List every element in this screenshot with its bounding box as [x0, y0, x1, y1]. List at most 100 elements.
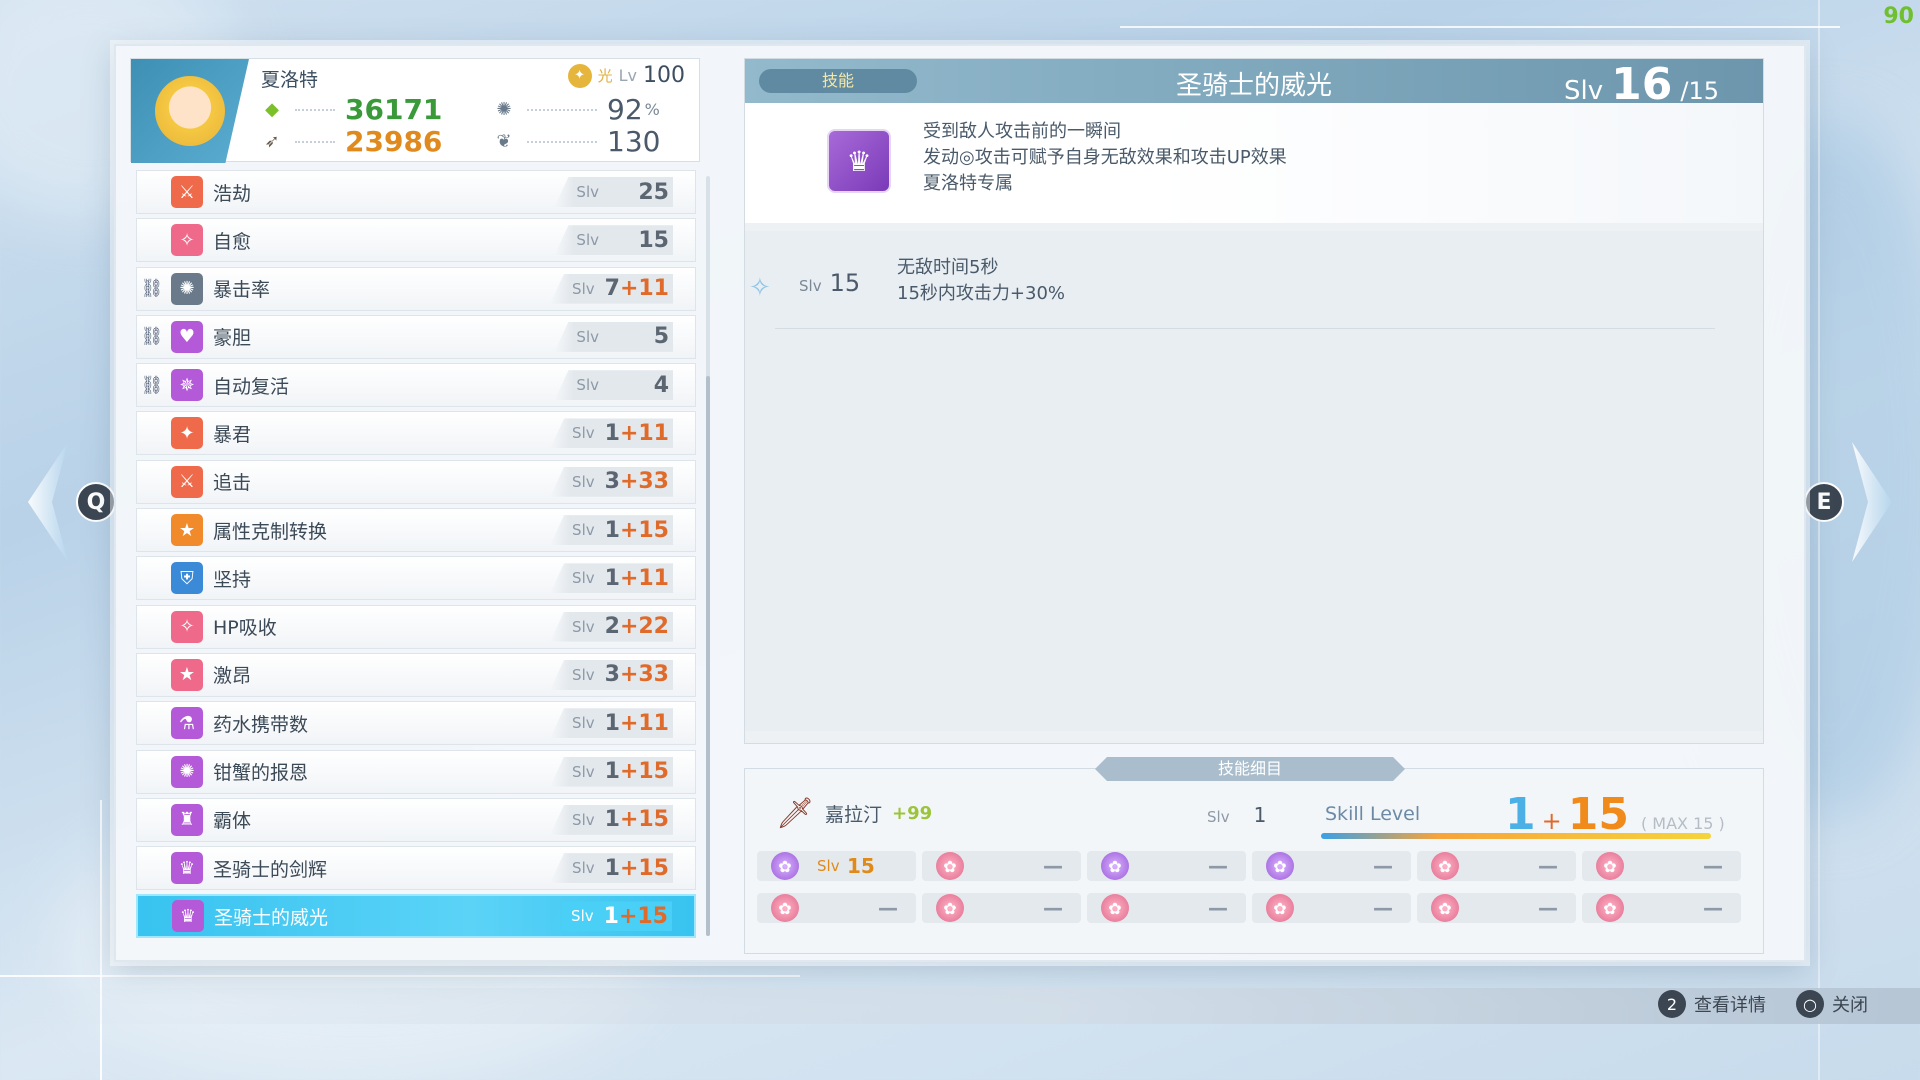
skill-level-label: Skill Level: [1325, 803, 1421, 825]
skill-row[interactable]: ✺ 钳蟹的报恩 Slv 1+15: [136, 749, 696, 794]
crit-gear-icon: ✺: [496, 99, 512, 120]
prev-character-nav[interactable]: Q: [28, 442, 116, 562]
slv-base: 1: [603, 903, 619, 929]
skill-slot[interactable]: ✿ Slv 15: [757, 851, 916, 881]
slv-base: 15: [638, 227, 669, 253]
skill-level-fill: [1321, 833, 1711, 839]
potion-icon: ⚗: [171, 707, 203, 740]
slot-value: —: [1538, 854, 1558, 878]
sword-icon: ⚔: [171, 465, 203, 498]
slv-label: Slv: [572, 859, 595, 878]
knight-icon: ♛: [172, 900, 204, 933]
skill-row[interactable]: ⛓ ✵ 自动复活 Slv 4: [136, 363, 696, 408]
gear-icon: ✺: [171, 272, 203, 305]
slot-slv-label: Slv: [817, 857, 840, 875]
skill-row[interactable]: ★ 属性克制转换 Slv 1+15: [136, 508, 696, 553]
slv-label: Slv: [572, 762, 595, 781]
element-label: 光: [597, 67, 613, 85]
desc-line-2: 发动◎攻击可赋予自身无敌效果和攻击UP效果: [923, 147, 1287, 168]
skill-slot[interactable]: ✿ —: [1417, 893, 1576, 923]
q-key-icon[interactable]: Q: [76, 482, 116, 522]
view-details-button[interactable]: 2 查看详情: [1658, 990, 1766, 1018]
next-character-nav[interactable]: E: [1804, 442, 1892, 562]
slot-value: 15: [847, 854, 875, 878]
skill-row[interactable]: ⚔ 浩劫 Slv 25: [136, 170, 696, 214]
slv-value: 7+11: [605, 276, 669, 301]
slv-label: Slv: [576, 231, 599, 250]
slv-base: 5: [653, 324, 669, 350]
skill-slot[interactable]: ✿ —: [1087, 893, 1246, 923]
close-button[interactable]: ○ 关闭: [1796, 990, 1868, 1018]
skill-row[interactable]: ⚗ 药水携带数 Slv 1+11: [136, 701, 696, 746]
skill-slv: Slv 25: [554, 177, 673, 207]
skill-row[interactable]: ✧ 自愈 Slv 15: [136, 218, 696, 263]
skill-row[interactable]: ⛨ 坚持 Slv 1+11: [136, 556, 696, 601]
slv-base: 3: [604, 469, 620, 495]
skill-name: 圣骑士的威光: [214, 906, 329, 929]
slv-bonus: +15: [619, 807, 669, 833]
e-key-icon[interactable]: E: [1804, 482, 1844, 522]
slv-base: 7: [604, 276, 620, 302]
knight-skill-icon: ♛: [827, 129, 891, 193]
left-arrow-icon[interactable]: [28, 442, 68, 562]
skill-row[interactable]: ⛓ ♥ 豪胆 Slv 5: [136, 314, 696, 359]
pink-gem-icon: ✿: [1101, 894, 1129, 922]
weapon-source[interactable]: 🗡 嘉拉汀 +99: [775, 793, 932, 833]
skill-slot[interactable]: ✿ —: [1582, 893, 1741, 923]
slv-value: 1+15: [605, 518, 669, 543]
skill-slot[interactable]: ✿ —: [1252, 893, 1411, 923]
shield-icon: ⛨: [171, 562, 203, 595]
skill-level-plus: +: [1541, 807, 1562, 835]
skill-name: 自愈: [213, 230, 252, 253]
current-level-marker-icon: ✧: [749, 273, 771, 303]
skill-slot[interactable]: ✿ —: [757, 893, 916, 923]
skill-row[interactable]: ✧ HP吸收 Slv 2+22: [136, 604, 696, 649]
skill-slot[interactable]: ✿ —: [1582, 851, 1741, 881]
weapon-slv-label: Slv: [1207, 808, 1230, 826]
slv-label: Slv: [572, 665, 595, 684]
skill-slot[interactable]: ✿ —: [922, 893, 1081, 923]
slv-bonus: +11: [619, 276, 669, 302]
skill-row[interactable]: ★ 激昂 Slv 3+33: [136, 652, 696, 697]
right-arrow-icon[interactable]: [1852, 442, 1892, 562]
skill-row[interactable]: ⚔ 追击 Slv 3+33: [136, 459, 696, 504]
scroll-thumb[interactable]: [706, 376, 710, 936]
skill-breakdown: 技能细目 🗡 嘉拉汀 +99 Slv 1 Skill Level 1 + 15 …: [744, 768, 1764, 954]
sparkle-icon: ✧: [171, 610, 203, 643]
skill-level-track: [1321, 833, 1711, 839]
slv-bonus: +11: [619, 565, 669, 591]
skill-slv: Slv 2+22: [550, 611, 673, 642]
slot-value: —: [1538, 896, 1558, 920]
skill-row[interactable]: ♛ 圣骑士的威光 Slv 1+15: [136, 894, 696, 939]
slv-base: 1: [604, 420, 620, 446]
pink-gem-icon: ✿: [936, 894, 964, 922]
slot-value: —: [1043, 854, 1063, 878]
slv-label: Slv: [572, 279, 595, 298]
skill-slot[interactable]: ✿ —: [1087, 851, 1246, 881]
weapon-plus: +99: [892, 802, 933, 824]
skill-name: 暴君: [213, 423, 252, 446]
skill-row[interactable]: ✦ 暴君 Slv 1+11: [136, 411, 696, 456]
slv-value: 1+15: [605, 807, 669, 832]
avatar: [155, 76, 225, 146]
skill-slot[interactable]: ✿ —: [922, 851, 1081, 881]
atk-value: 23986: [345, 125, 443, 158]
skill-slot[interactable]: ✿ —: [1417, 851, 1576, 881]
skill-name: 圣骑士的剑辉: [213, 858, 328, 881]
level-display: ✦ 光 Lv 100: [567, 63, 685, 88]
skill-list-scrollbar[interactable]: [706, 176, 710, 936]
slv-value: 1+11: [605, 566, 669, 591]
skill-row[interactable]: ⛓ ✺ 暴击率 Slv 7+11: [136, 266, 696, 311]
skill-slv: Slv 7+11: [550, 273, 673, 304]
crit-value: 92: [607, 93, 643, 126]
armor-icon: ♜: [171, 803, 203, 836]
skill-row[interactable]: ♜ 霸体 Slv 1+15: [136, 797, 696, 842]
lock-icon: ⛓: [140, 278, 164, 300]
weapon-slv-value: 1: [1253, 803, 1267, 827]
skill-slv: Slv 4: [554, 370, 673, 401]
skill-slv: Slv 1+15: [550, 804, 673, 835]
skill-row[interactable]: ♛ 圣骑士的剑辉 Slv 1+15: [136, 846, 696, 891]
slot-value: —: [1208, 896, 1228, 920]
light-element-icon: ✦: [567, 63, 592, 88]
skill-slot[interactable]: ✿ —: [1252, 851, 1411, 881]
